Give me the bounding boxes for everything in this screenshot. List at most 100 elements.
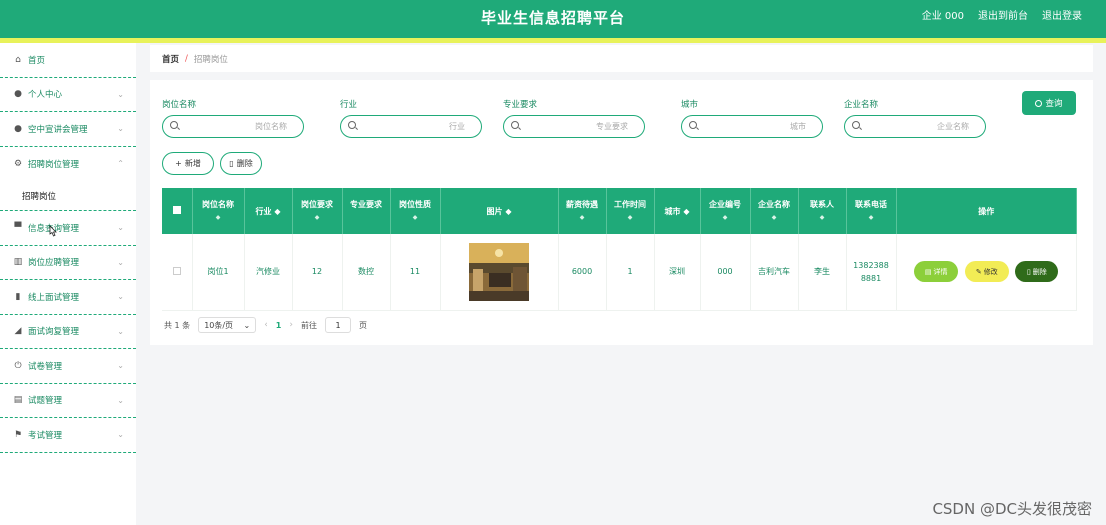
search-box [681, 115, 823, 138]
industry-input[interactable] [365, 116, 465, 137]
cell-salary: 6000 [558, 234, 607, 311]
cell-image [440, 234, 559, 311]
delete-button[interactable]: ▯ 删除 [220, 152, 262, 175]
clipboard-icon: ▤ [13, 395, 23, 406]
major-input[interactable] [528, 116, 628, 137]
cell-operations: ▤ 详情 ✎ 修改 ▯ 删除 [896, 234, 1077, 311]
search-icon [511, 121, 519, 129]
sidebar-item-questions[interactable]: ▤ 试题管理 ⌄ [0, 384, 136, 418]
sidebar-item-home[interactable]: ⌂ 首页 [0, 43, 136, 78]
column-header[interactable]: 企业编号 ◆ [700, 188, 751, 234]
top-actions: 企业 000 退出到前台 退出登录 [922, 0, 1082, 34]
sidebar-item-seminar[interactable]: ● 空中宣讲会管理 ⌄ [0, 112, 136, 147]
company-input[interactable] [869, 116, 969, 137]
sidebar-item-exams[interactable]: ⚑ 考试管理 ⌄ [0, 418, 136, 453]
column-header[interactable]: 岗位性质 ◆ [390, 188, 441, 234]
search-icon [852, 121, 860, 129]
column-header[interactable]: 岗位要求 ◆ [292, 188, 343, 234]
cell-city: 深圳 [654, 234, 701, 311]
chevron-down-icon: ⌄ [243, 320, 251, 330]
total-count: 共 1 条 [164, 320, 191, 330]
field-label: 企业名称 [844, 100, 879, 110]
sidebar-subitem-jobs[interactable]: 招聘岗位 [0, 181, 136, 211]
sidebar-item-label: 岗位应聘管理 [28, 258, 80, 269]
search-field-city: 城市 [681, 98, 823, 138]
search-box [844, 115, 986, 138]
breadcrumb-separator: / [185, 53, 188, 64]
bar-chart-icon: ▮ [15, 291, 21, 302]
sidebar-item-profile[interactable]: ● 个人中心 ⌄ [0, 78, 136, 112]
sidebar: ⌂ 首页 ● 个人中心 ⌄ ● 空中宣讲会管理 ⌄ ⚙ 招聘岗位管理 ⌃ 招聘岗… [0, 43, 136, 525]
settings-icon: ⚙ [13, 158, 23, 169]
column-header[interactable]: 薪资待遇 ◆ [558, 188, 607, 234]
sidebar-item-papers[interactable]: ⏻ 试卷管理 ⌄ [0, 349, 136, 384]
top-bar: 毕业生信息招聘平台 企业 000 退出到前台 退出登录 [0, 0, 1106, 38]
edit-button[interactable]: ✎ 修改 [964, 261, 1009, 283]
column-header[interactable]: 联系人 ◆ [798, 188, 847, 234]
sidebar-item-label: 试卷管理 [28, 361, 63, 372]
cell-company-no: 000 [700, 234, 751, 311]
plus-icon: + [175, 159, 182, 168]
back-to-front-link[interactable]: 退出到前台 [978, 0, 1028, 34]
column-header[interactable]: 城市 ◆ [654, 188, 701, 234]
row-delete-button[interactable]: ▯ 删除 [1015, 261, 1059, 283]
search-field-industry: 行业 [340, 98, 482, 138]
current-page[interactable]: 1 [276, 321, 282, 330]
cell-major: 数控 [342, 234, 391, 311]
current-user[interactable]: 企业 000 [922, 0, 964, 34]
page-suffix: 页 [358, 320, 367, 330]
column-header: 操作 [896, 188, 1077, 234]
sidebar-item-online-interview[interactable]: ▮ 线上面试管理 ⌄ [0, 280, 136, 315]
sidebar-item-info-query[interactable]: ▀ 信息查询管理 ⌄ [0, 211, 136, 246]
next-page-button[interactable]: › [289, 320, 293, 330]
select-all-checkbox[interactable] [172, 205, 181, 214]
trash-icon: ▯ [229, 159, 234, 168]
cell-nature: 11 [390, 234, 441, 311]
sidebar-item-applications[interactable]: ▥ 岗位应聘管理 ⌄ [0, 246, 136, 280]
search-icon [170, 121, 178, 129]
cell-requirement: 12 [292, 234, 343, 311]
search-box [340, 115, 482, 138]
add-button[interactable]: + 新增 [162, 152, 214, 175]
table-row: 岗位1 汽修业 12 数控 11 6000 1 深圳 000 吉利汽车 李生 1… [162, 234, 1077, 311]
chevron-down-icon: ⌄ [117, 395, 124, 405]
breadcrumb-home[interactable]: 首页 [162, 53, 179, 65]
column-header[interactable]: 图片 ◆ [440, 188, 559, 234]
header-accent-stripe [0, 38, 1106, 43]
cell-industry: 汽修业 [244, 234, 293, 311]
job-photo[interactable] [469, 242, 529, 301]
city-input[interactable] [706, 116, 806, 137]
column-header[interactable]: 联系电话 ◆ [846, 188, 897, 234]
column-header[interactable]: 专业要求 [342, 188, 391, 234]
breadcrumb: 首页 / 招聘岗位 [150, 45, 1093, 72]
sidebar-item-label: 首页 [28, 55, 46, 66]
field-label: 城市 [681, 100, 699, 110]
trash-icon: ▯ [1026, 267, 1031, 276]
chevron-down-icon: ⌄ [117, 326, 124, 336]
row-select-cell [162, 234, 193, 311]
home-icon: ⌂ [15, 54, 21, 65]
search-icon [348, 121, 356, 129]
job-name-input[interactable] [187, 116, 287, 137]
column-header[interactable]: 岗位名称 ◆ [192, 188, 245, 234]
logout-link[interactable]: 退出登录 [1042, 0, 1082, 34]
detail-button[interactable]: ▤ 详情 [914, 261, 959, 283]
search-box [162, 115, 304, 138]
goto-label: 前往 [300, 320, 317, 330]
goto-page-input[interactable]: 1 [324, 317, 351, 333]
monitor-icon: ▀ [14, 222, 22, 233]
column-header[interactable]: 行业 ◆ [244, 188, 293, 234]
row-checkbox[interactable] [172, 266, 181, 275]
search-button[interactable]: 查询 [1022, 91, 1076, 115]
column-header[interactable]: 工作时间 ◆ [606, 188, 655, 234]
sidebar-item-job-management[interactable]: ⚙ 招聘岗位管理 ⌃ [0, 147, 136, 182]
search-box [503, 115, 645, 138]
column-header[interactable]: 企业名称 ◆ [750, 188, 799, 234]
power-icon: ⏻ [14, 360, 22, 371]
add-button-label: 新增 [184, 159, 201, 168]
sidebar-item-interview-reply[interactable]: ◢ 面试询复管理 ⌄ [0, 315, 136, 349]
page-size-select[interactable]: 10条/页 ⌄ [198, 317, 257, 333]
pagination: 共 1 条 10条/页 ⌄ ‹ 1 › 前往 1 页 [164, 317, 367, 333]
prev-page-button[interactable]: ‹ [264, 320, 268, 330]
sidebar-item-label: 面试询复管理 [28, 327, 80, 338]
